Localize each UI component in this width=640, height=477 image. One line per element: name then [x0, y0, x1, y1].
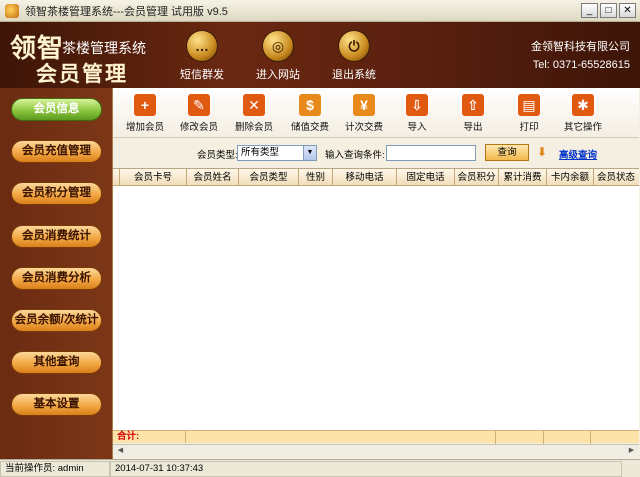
other-operations-label: 其它操作 — [563, 122, 602, 133]
window-title: 领智茶楼管理系统---会员管理 试用版 v9.5 — [25, 5, 228, 18]
status-bar: 当前操作员: admin 2014-07-31 10:37:43 — [0, 459, 640, 477]
visit-website-label: 进入网站 — [256, 69, 300, 81]
export-icon: ⇧ — [462, 94, 484, 116]
table-footer-totals: 合计: — [113, 430, 639, 444]
table-header: 会员卡号 会员姓名 会员类型 性别 移动电话 固定电话 会员积分 累计消费 卡内… — [113, 169, 639, 186]
edit-member-button[interactable]: ✎ 修改会员 — [172, 94, 226, 133]
title-bar: 领智茶楼管理系统---会员管理 试用版 v9.5 _ □ ✕ — [0, 0, 640, 22]
plus-icon: + — [134, 94, 156, 116]
chevron-down-icon[interactable]: ▼ — [303, 146, 316, 160]
column-header[interactable]: 移动电话 — [333, 169, 397, 186]
column-header[interactable]: 会员积分 — [455, 169, 499, 186]
column-header[interactable]: 会员状态 — [594, 169, 638, 186]
window-controls: _ □ ✕ — [581, 3, 636, 18]
count-payment-button[interactable]: ¥ 计次交费 — [337, 94, 391, 133]
add-member-button[interactable]: + 增加会员 — [118, 94, 172, 133]
exit-system-label: 退出系统 — [332, 69, 376, 81]
printer-icon: ▤ — [518, 94, 540, 116]
delete-member-label: 删除会员 — [234, 122, 273, 133]
datetime-status: 2014-07-31 10:37:43 — [110, 461, 622, 477]
footer-cell — [544, 431, 591, 444]
query-condition-label: 输入查询条件: — [325, 150, 385, 161]
footer-cell — [496, 431, 544, 444]
sidebar-item-other-query[interactable]: 其他查询 — [11, 351, 102, 374]
globe-icon: ◎ — [262, 30, 294, 62]
company-name: 金领智科技有限公司 — [531, 41, 630, 53]
wrench-icon: ✱ — [572, 94, 594, 116]
column-header[interactable]: 会员姓名 — [187, 169, 239, 186]
sidebar-item-points[interactable]: 会员积分管理 — [11, 182, 102, 205]
column-header[interactable]: 性别 — [299, 169, 333, 186]
advanced-query-link[interactable]: 高级查询 — [559, 147, 597, 161]
sidebar-item-consumption-analysis[interactable]: 会员消费分析 — [11, 267, 102, 290]
stored-value-payment-label: 储值交费 — [290, 122, 329, 133]
other-operations-button[interactable]: ✱ 其它操作 — [556, 94, 610, 133]
company-phone: Tel: 0371-65528615 — [532, 59, 630, 71]
app-icon — [5, 3, 19, 18]
dollar-icon: $ — [299, 94, 321, 116]
import-button[interactable]: ⇩ 导入 — [390, 94, 444, 133]
header-banner: 领智 茶楼管理系统 会员管理 … 短信群发 ◎ 进入网站 ⏻ 退出系统 金领智科… — [0, 22, 640, 88]
visit-website-button[interactable]: ◎ 进入网站 — [248, 30, 308, 82]
column-header[interactable]: 会员卡号 — [120, 169, 187, 186]
total-label: 合计: — [113, 431, 186, 443]
horizontal-scrollbar[interactable]: ◀ ▶ — [113, 444, 639, 457]
scroll-right-icon[interactable]: ▶ — [626, 446, 637, 456]
query-input[interactable] — [386, 145, 476, 161]
delete-member-button[interactable]: ✕ 删除会员 — [227, 94, 281, 133]
sidebar-item-member-info[interactable]: 会员信息 — [11, 98, 102, 121]
export-label: 导出 — [463, 122, 483, 133]
column-header[interactable]: 会员类型 — [239, 169, 299, 186]
yen-icon: ¥ — [353, 94, 375, 116]
filter-bar: 会员类型: 所有类型 ▼ 输入查询条件: 查询 ⬇ 高级查询 — [113, 142, 639, 164]
export-button[interactable]: ⇧ 导出 — [446, 94, 500, 133]
toolbar: + 增加会员 ✎ 修改会员 ✕ 删除会员 $ 储值交费 ¥ 计次交费 ⇩ 导入 … — [113, 88, 639, 138]
operator-status: 当前操作员: admin — [0, 461, 110, 477]
print-button[interactable]: ▤ 打印 — [502, 94, 556, 133]
edit-member-label: 修改会员 — [179, 122, 218, 133]
sidebar-item-consumption-stats[interactable]: 会员消费统计 — [11, 225, 102, 248]
main-panel: + 增加会员 ✎ 修改会员 ✕ 删除会员 $ 储值交费 ¥ 计次交费 ⇩ 导入 … — [112, 88, 640, 459]
sms-broadcast-label: 短信群发 — [180, 69, 224, 81]
count-payment-label: 计次交费 — [344, 122, 383, 133]
pencil-icon: ✎ — [188, 94, 210, 116]
footer-cell — [186, 431, 496, 444]
sidebar-item-balance-stats[interactable]: 会员余额/次统计 — [11, 309, 102, 332]
column-header[interactable]: 固定电话 — [397, 169, 455, 186]
row-indicator-header — [113, 169, 120, 186]
member-type-select[interactable]: 所有类型 ▼ — [237, 145, 317, 161]
brand-subtitle: 茶楼管理系统 — [62, 40, 146, 56]
module-title: 会员管理 — [36, 61, 128, 86]
print-label: 打印 — [519, 122, 539, 133]
scroll-left-icon[interactable]: ◀ — [115, 446, 126, 456]
down-arrow-icon: ⬇ — [537, 145, 548, 159]
maximize-button[interactable]: □ — [600, 3, 617, 18]
column-header[interactable]: 卡内余额 — [547, 169, 594, 186]
query-button[interactable]: 查询 — [485, 144, 529, 161]
import-label: 导入 — [407, 122, 427, 133]
sms-broadcast-button[interactable]: … 短信群发 — [172, 30, 232, 82]
stored-value-payment-button[interactable]: $ 储值交费 — [283, 94, 337, 133]
import-icon: ⇩ — [406, 94, 428, 116]
member-type-label: 会员类型: — [197, 150, 238, 161]
close-button[interactable]: ✕ — [619, 3, 636, 18]
exit-system-button[interactable]: ⏻ 退出系统 — [324, 30, 384, 82]
delete-x-icon: ✕ — [243, 94, 265, 116]
column-header[interactable]: 累计消费 — [499, 169, 547, 186]
minimize-button[interactable]: _ — [581, 3, 598, 18]
member-table[interactable]: 会员卡号 会员姓名 会员类型 性别 移动电话 固定电话 会员积分 累计消费 卡内… — [113, 168, 639, 433]
member-type-value: 所有类型 — [241, 147, 280, 158]
add-member-label: 增加会员 — [125, 122, 164, 133]
company-info: 金领智科技有限公司 Tel: 0371-65528615 — [531, 38, 630, 74]
sidebar-item-settings[interactable]: 基本设置 — [11, 393, 102, 416]
sidebar-item-recharge[interactable]: 会员充值管理 — [11, 140, 102, 163]
power-icon: ⏻ — [338, 30, 370, 62]
chat-bubble-icon: … — [186, 30, 218, 62]
sidebar: 会员信息 会员充值管理 会员积分管理 会员消费统计 会员消费分析 会员余额/次统… — [0, 88, 112, 459]
